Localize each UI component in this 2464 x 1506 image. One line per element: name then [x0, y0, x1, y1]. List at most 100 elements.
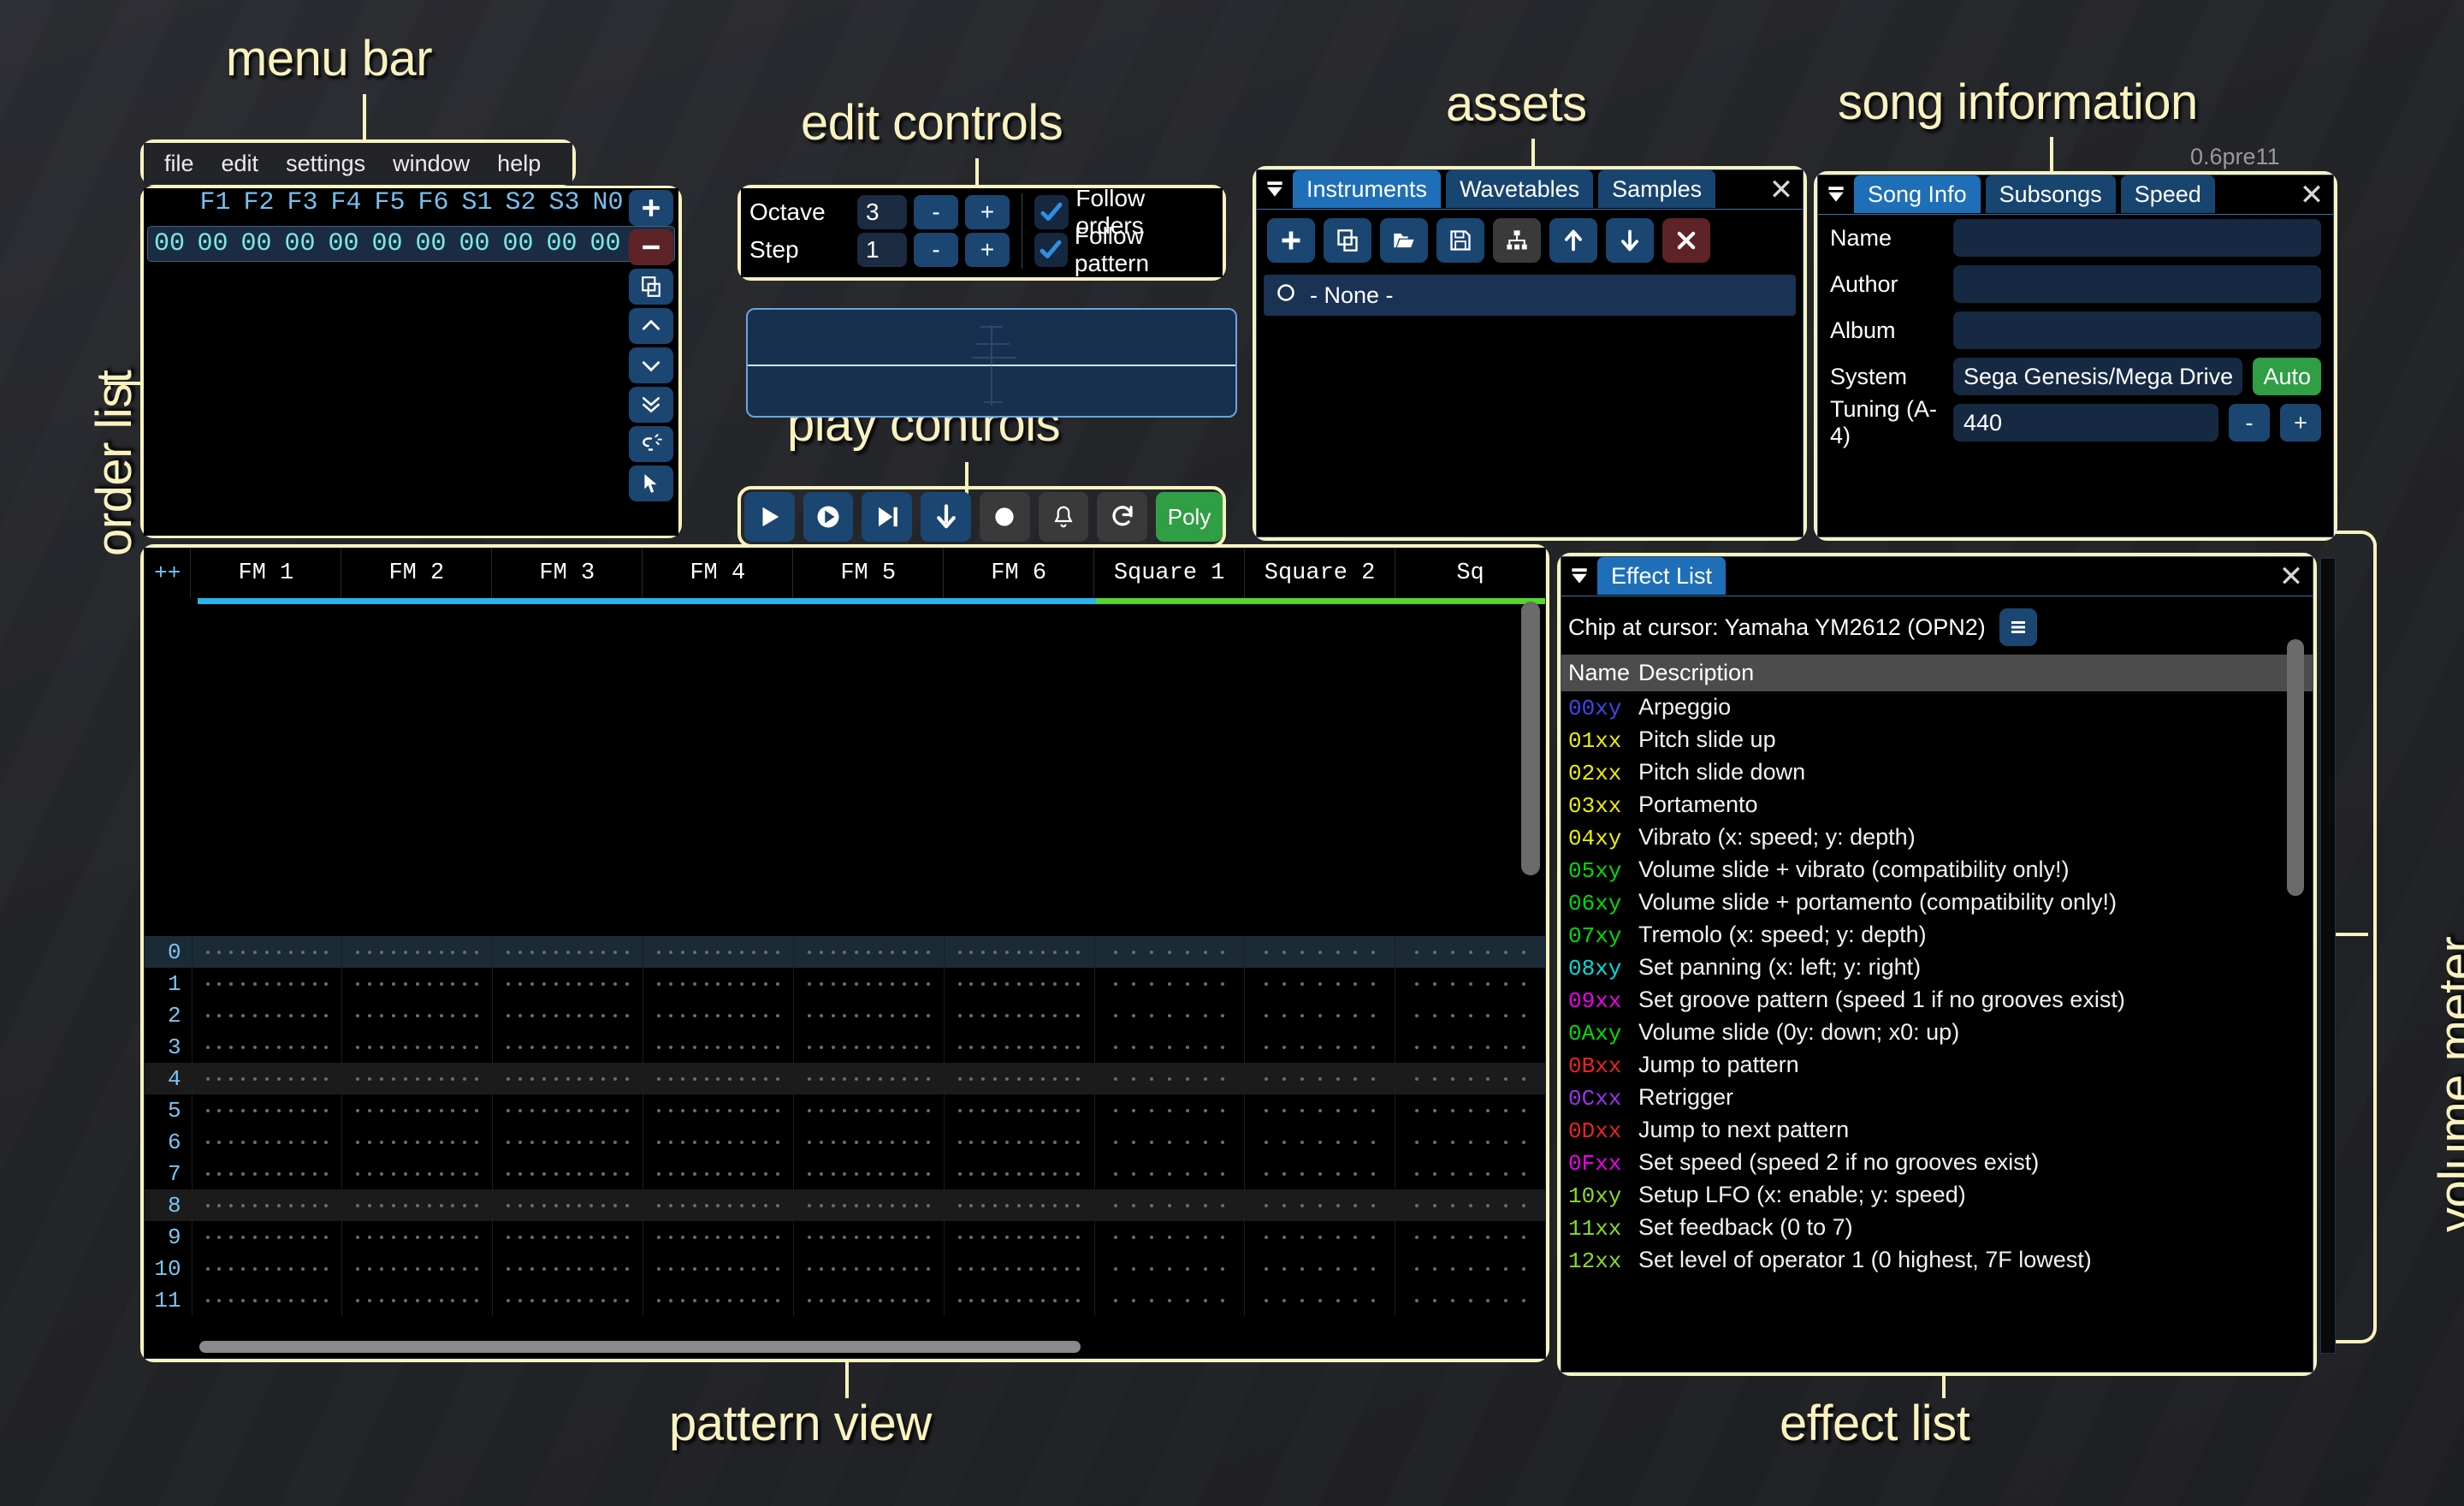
pattern-cell[interactable] — [1244, 936, 1395, 968]
add-instrument-button[interactable] — [1267, 218, 1315, 263]
deep-clone-order-button[interactable] — [629, 426, 673, 462]
play-one-row-button[interactable] — [862, 492, 913, 542]
tab-instruments[interactable]: Instruments — [1293, 170, 1442, 208]
pattern-cell[interactable] — [1244, 1189, 1395, 1221]
order-cell[interactable]: 00 — [453, 229, 496, 258]
pattern-cell[interactable] — [943, 1158, 1094, 1189]
remove-order-button[interactable] — [629, 229, 673, 265]
pattern-cell[interactable] — [1244, 1063, 1395, 1094]
order-cell[interactable]: 00 — [409, 229, 453, 258]
move-order-down-button[interactable] — [629, 347, 673, 383]
menu-item-help[interactable]: help — [487, 148, 551, 180]
effect-list-row[interactable]: 0Dxx Jump to next pattern — [1561, 1114, 2313, 1147]
pattern-cell[interactable] — [1395, 1284, 1545, 1316]
close-icon-effect-list[interactable]: ✕ — [2270, 557, 2313, 596]
poly-mono-button[interactable]: Poly — [1156, 492, 1223, 542]
effect-list-row[interactable]: 10xy Setup LFO (x: enable; y: speed) — [1561, 1179, 2313, 1212]
pattern-cell[interactable] — [1395, 1221, 1545, 1253]
pattern-cell[interactable] — [341, 1284, 492, 1316]
pattern-cell[interactable] — [1093, 1221, 1245, 1253]
pattern-cell[interactable] — [341, 968, 492, 999]
song-author-input[interactable] — [1953, 265, 2321, 303]
pattern-cell[interactable] — [1395, 1253, 1545, 1284]
open-instrument-folder-open-icon[interactable] — [1380, 218, 1428, 263]
song-system-value[interactable]: Sega Genesis/Mega Drive — [1953, 358, 2243, 395]
pattern-cell[interactable] — [792, 1158, 944, 1189]
pattern-cell[interactable] — [492, 968, 643, 999]
order-cell[interactable]: 00 — [278, 229, 322, 258]
pattern-cell[interactable] — [1093, 999, 1245, 1031]
pattern-cell[interactable] — [792, 1031, 944, 1063]
pattern-view-window[interactable]: ++ FM 1 FM 2 FM 3 FM 4 FM 5 FM 6 Square … — [144, 548, 1546, 1359]
song-album-input[interactable] — [1953, 311, 2321, 349]
pattern-cell[interactable] — [943, 1031, 1094, 1063]
menu-item-edit[interactable]: edit — [211, 148, 270, 180]
pattern-cell[interactable] — [1395, 968, 1545, 999]
pattern-cell[interactable] — [792, 936, 944, 968]
pattern-cell[interactable] — [792, 968, 944, 999]
instrument-list-item[interactable]: - None - — [1264, 275, 1796, 316]
order-cell[interactable]: 00 — [365, 229, 409, 258]
pattern-cell[interactable] — [1093, 1284, 1245, 1316]
effect-list-row[interactable]: 0Cxx Retrigger — [1561, 1082, 2313, 1114]
pattern-cell[interactable] — [341, 999, 492, 1031]
pattern-cell[interactable] — [943, 1189, 1094, 1221]
effect-list-row[interactable]: 05xy Volume slide + vibrato (compatibilit… — [1561, 854, 2313, 886]
tab-song-info[interactable]: Song Info — [1854, 175, 1981, 213]
pattern-cell[interactable] — [492, 936, 643, 968]
pattern-cell[interactable] — [1244, 1094, 1395, 1126]
pattern-cell[interactable] — [191, 1031, 342, 1063]
effect-list-scrollbar[interactable] — [2287, 639, 2304, 896]
pattern-cell[interactable] — [1395, 1158, 1545, 1189]
channel-header-fm2[interactable]: FM 2 — [341, 548, 491, 598]
pattern-cell[interactable] — [792, 1126, 944, 1158]
close-icon-assets[interactable]: ✕ — [1760, 170, 1803, 209]
follow-pattern-control[interactable]: Follow pattern — [1034, 222, 1214, 276]
order-edit-mode-button[interactable] — [629, 465, 673, 501]
order-list-row[interactable]: 00 00 00 00 00 00 00 00 00 00 00 — [147, 226, 675, 262]
pattern-cell[interactable] — [643, 1189, 793, 1221]
pattern-row[interactable]: 10 — [145, 1253, 1545, 1284]
pattern-row[interactable]: 3 — [145, 1031, 1545, 1063]
channel-header-fm3[interactable]: FM 3 — [491, 548, 642, 598]
pattern-cell[interactable] — [643, 1063, 793, 1094]
pattern-cell[interactable] — [1395, 1063, 1545, 1094]
pattern-cell[interactable] — [943, 1253, 1094, 1284]
pattern-cell[interactable] — [792, 1284, 944, 1316]
move-order-bottom-button[interactable] — [629, 387, 673, 423]
order-cell[interactable]: 00 — [496, 229, 540, 258]
play-from-cursor-button[interactable] — [803, 492, 854, 542]
pattern-cell[interactable] — [341, 1031, 492, 1063]
add-order-button[interactable] — [629, 190, 673, 226]
pattern-cell[interactable] — [341, 936, 492, 968]
tab-effect-list[interactable]: Effect List — [1597, 557, 1727, 595]
move-instrument-down-button[interactable] — [1606, 218, 1654, 263]
pattern-cell[interactable] — [191, 936, 342, 968]
pattern-cell[interactable] — [191, 1284, 342, 1316]
effect-list-row[interactable]: 08xy Set panning (x: left; y: right) — [1561, 952, 2313, 984]
play-button[interactable] — [744, 492, 795, 542]
tab-samples[interactable]: Samples — [1598, 170, 1716, 208]
pattern-cell[interactable] — [492, 1253, 643, 1284]
effect-list-row[interactable]: 04xy Vibrato (x: speed; y: depth) — [1561, 821, 2313, 854]
pattern-cell[interactable] — [643, 1094, 793, 1126]
pattern-cell[interactable] — [643, 1126, 793, 1158]
tab-subsongs[interactable]: Subsongs — [1985, 175, 2116, 213]
tab-speed[interactable]: Speed — [2120, 175, 2215, 213]
pattern-cell[interactable] — [792, 1094, 944, 1126]
pattern-cell[interactable] — [1244, 968, 1395, 999]
pattern-cell[interactable] — [341, 1189, 492, 1221]
pattern-cell[interactable] — [341, 1221, 492, 1253]
pattern-cell[interactable] — [943, 1094, 1094, 1126]
pattern-row[interactable]: 9 — [145, 1221, 1545, 1253]
pattern-cell[interactable] — [943, 999, 1094, 1031]
tuning-plus-button[interactable]: + — [2280, 404, 2321, 442]
pattern-cell[interactable] — [191, 1221, 342, 1253]
delete-instrument-x-icon[interactable] — [1662, 218, 1710, 263]
song-name-input[interactable] — [1953, 219, 2321, 257]
pattern-row[interactable]: 5 — [145, 1094, 1545, 1126]
order-row-index[interactable]: 00 — [148, 229, 191, 258]
pattern-cell[interactable] — [1395, 999, 1545, 1031]
move-instrument-up-button[interactable] — [1549, 218, 1597, 263]
pattern-cell[interactable] — [1395, 1189, 1545, 1221]
